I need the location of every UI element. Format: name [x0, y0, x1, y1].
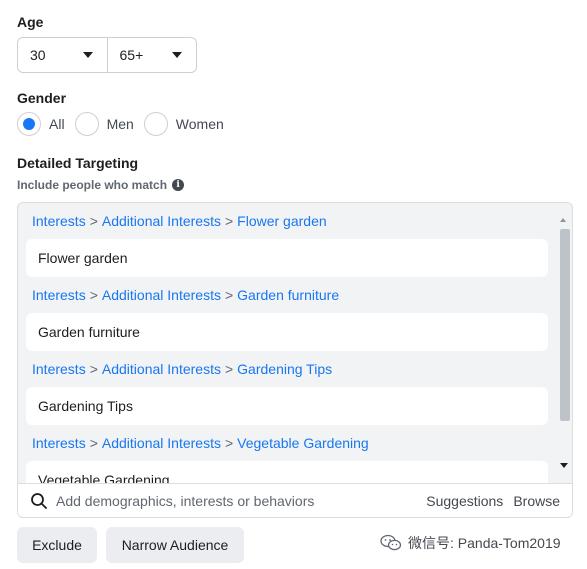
gender-label: Gender	[17, 90, 67, 106]
selected-interest-item[interactable]: Garden furniture	[26, 313, 548, 351]
age-range-selector: 30 65+	[17, 37, 197, 73]
chevron-down-icon	[172, 52, 182, 58]
path-link[interactable]: Vegetable Gardening	[237, 435, 369, 451]
exclude-button[interactable]: Exclude	[17, 527, 97, 563]
interest-path: Interests > Additional Interests > Flowe…	[18, 203, 558, 239]
path-link[interactable]: Additional Interests	[102, 435, 221, 451]
info-icon[interactable]: i	[172, 179, 185, 191]
scroll-down-arrow-icon[interactable]	[560, 463, 568, 468]
interest-path: Interests > Additional Interests > Veget…	[18, 425, 558, 461]
age-label: Age	[17, 14, 44, 30]
path-link[interactable]: Flower garden	[237, 213, 327, 229]
gender-radio-group: All Men Women	[17, 112, 234, 136]
gender-option-label: All	[49, 116, 65, 132]
radio-button[interactable]	[74, 112, 99, 136]
interest-path: Interests > Additional Interests > Garde…	[18, 351, 558, 387]
targeting-search-input[interactable]	[56, 492, 417, 509]
gender-option-label: Men	[106, 116, 134, 132]
gender-option-all[interactable]: All	[17, 112, 65, 136]
narrow-audience-button[interactable]: Narrow Audience	[106, 527, 244, 563]
include-people-text: Include people who match	[17, 178, 168, 192]
path-link[interactable]: Interests	[32, 213, 86, 229]
detailed-targeting-box: Interests > Additional Interests > Flowe…	[17, 202, 573, 518]
wechat-icon	[380, 534, 402, 552]
gender-option-men[interactable]: Men	[74, 112, 134, 136]
browse-link[interactable]: Browse	[513, 493, 560, 509]
path-separator: >	[89, 435, 98, 451]
path-link[interactable]: Additional Interests	[102, 361, 221, 377]
path-link[interactable]: Garden furniture	[237, 287, 339, 303]
age-min-select[interactable]: 30	[18, 38, 107, 72]
path-link[interactable]: Additional Interests	[102, 287, 221, 303]
selected-interest-item[interactable]: Gardening Tips	[26, 387, 548, 425]
selected-interest-item[interactable]: Flower garden	[26, 239, 548, 277]
radio-button-selected[interactable]	[17, 112, 41, 136]
path-separator: >	[224, 213, 234, 229]
path-link[interactable]: Interests	[32, 435, 86, 451]
path-separator: >	[224, 435, 234, 451]
chevron-down-icon	[82, 52, 93, 58]
scrollbar[interactable]	[556, 203, 572, 483]
path-separator: >	[224, 287, 234, 303]
path-link[interactable]: Interests	[32, 361, 86, 377]
age-max-value: 65+	[119, 47, 144, 63]
path-link[interactable]: Interests	[32, 287, 86, 303]
targeting-search-bar: Suggestions Browse	[18, 483, 572, 517]
gender-option-label: Women	[175, 116, 224, 132]
scroll-up-arrow-icon[interactable]	[560, 218, 566, 222]
scroll-thumb[interactable]	[560, 229, 570, 421]
include-people-label: Include people who match i	[17, 178, 185, 192]
radio-button[interactable]	[143, 112, 168, 136]
selected-interest-item[interactable]: Vegetable Gardening	[26, 461, 548, 483]
age-min-value: 30	[30, 47, 46, 63]
path-separator: >	[89, 287, 98, 303]
path-separator: >	[224, 361, 234, 377]
gender-option-women[interactable]: Women	[143, 112, 224, 136]
age-max-select[interactable]: 65+	[106, 38, 197, 72]
watermark: 微信号: Panda-Tom2019	[380, 533, 561, 553]
detailed-targeting-label: Detailed Targeting	[17, 155, 139, 171]
path-link[interactable]: Gardening Tips	[237, 361, 332, 377]
targeting-list[interactable]: Interests > Additional Interests > Flowe…	[18, 203, 558, 483]
path-separator: >	[89, 361, 98, 377]
suggestions-link[interactable]: Suggestions	[426, 493, 503, 509]
interest-path: Interests > Additional Interests > Garde…	[18, 277, 558, 313]
path-link[interactable]: Additional Interests	[102, 213, 221, 229]
path-separator: >	[89, 213, 98, 229]
watermark-text: 微信号: Panda-Tom2019	[408, 535, 561, 551]
search-icon	[30, 492, 48, 510]
